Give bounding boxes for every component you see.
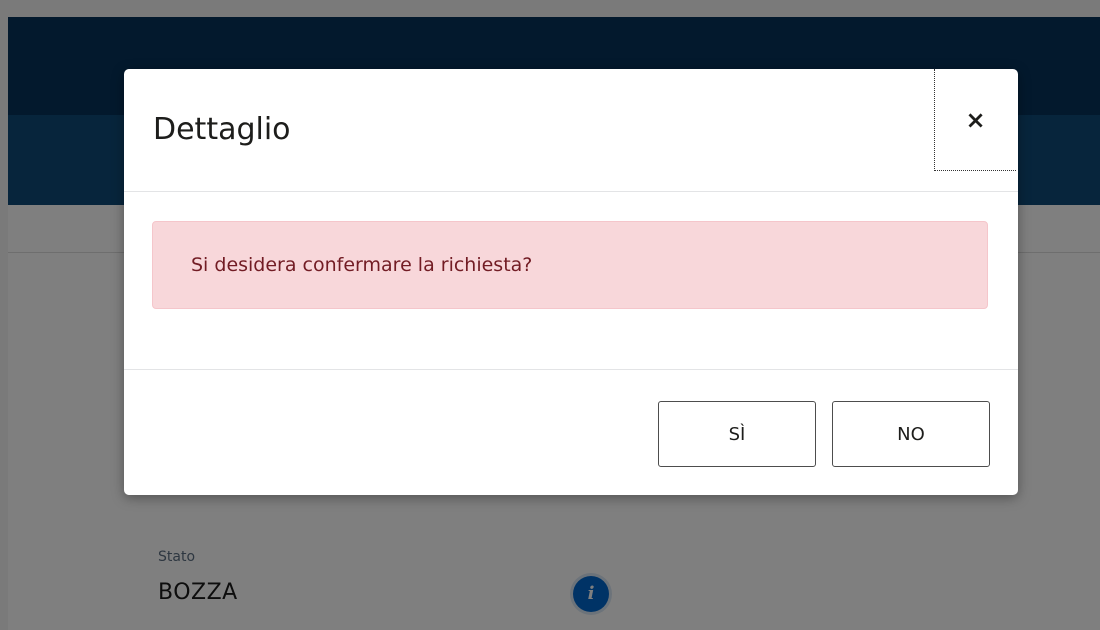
dialog-header: Dettaglio ×: [124, 69, 1018, 192]
confirm-dialog: Dettaglio × Si desidera confermare la ri…: [124, 69, 1018, 495]
close-button[interactable]: ×: [934, 69, 1016, 171]
dialog-footer: SÌ NO: [124, 369, 1018, 495]
alert-message: Si desidera confermare la richiesta?: [191, 254, 533, 276]
no-button[interactable]: NO: [832, 401, 990, 467]
dialog-body: Si desidera confermare la richiesta?: [124, 192, 1018, 368]
dialog-title: Dettaglio: [153, 112, 291, 147]
alert-message-box: Si desidera confermare la richiesta?: [152, 221, 988, 309]
close-icon: ×: [965, 105, 986, 134]
yes-button[interactable]: SÌ: [658, 401, 816, 467]
